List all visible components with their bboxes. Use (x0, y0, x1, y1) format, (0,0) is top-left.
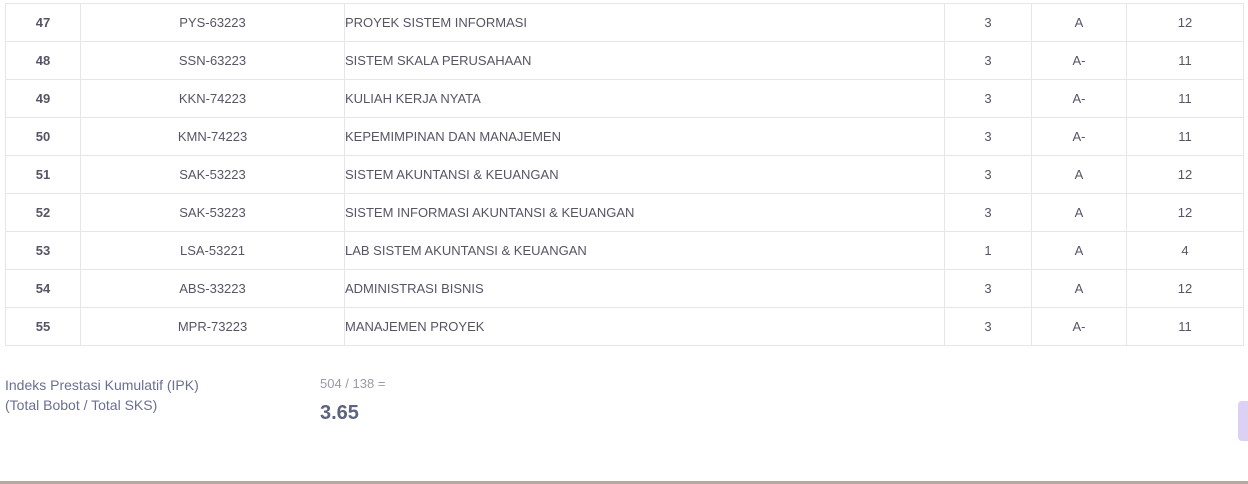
course-weight: 11 (1126, 41, 1244, 80)
course-sks: 3 (944, 79, 1032, 118)
course-grade: A (1031, 3, 1127, 42)
course-grade: A- (1031, 41, 1127, 80)
course-number: 53 (5, 231, 81, 270)
course-sks: 1 (944, 231, 1032, 270)
course-number: 55 (5, 307, 81, 346)
course-name: PROYEK SISTEM INFORMASI (344, 3, 945, 42)
course-sks: 3 (944, 307, 1032, 346)
table-row: 53 LSA-53221 LAB SISTEM AKUNTANSI & KEUA… (5, 231, 1244, 270)
course-name: LAB SISTEM AKUNTANSI & KEUANGAN (344, 231, 945, 270)
course-code: KMN-74223 (80, 117, 345, 156)
course-grade: A (1031, 231, 1127, 270)
course-name: MANAJEMEN PROYEK (344, 307, 945, 346)
course-name: SISTEM SKALA PERUSAHAAN (344, 41, 945, 80)
course-name: SISTEM AKUNTANSI & KEUANGAN (344, 155, 945, 194)
course-weight: 12 (1126, 269, 1244, 308)
grades-table-body: 47 PYS-63223 PROYEK SISTEM INFORMASI 3 A… (5, 3, 1244, 346)
course-number: 48 (5, 41, 81, 80)
ipk-value: 3.65 (320, 402, 359, 424)
ipk-label-line2: (Total Bobot / Total SKS) (5, 397, 158, 413)
course-grade: A- (1031, 117, 1127, 156)
course-sks: 3 (944, 155, 1032, 194)
table-row: 55 MPR-73223 MANAJEMEN PROYEK 3 A- 11 (5, 307, 1244, 346)
grades-table: 47 PYS-63223 PROYEK SISTEM INFORMASI 3 A… (5, 3, 1244, 346)
course-weight: 11 (1126, 79, 1244, 118)
course-code: MPR-73223 (80, 307, 345, 346)
table-row: 50 KMN-74223 KEPEMIMPINAN DAN MANAJEMEN … (5, 117, 1244, 156)
course-weight: 11 (1126, 117, 1244, 156)
course-code: KKN-74223 (80, 79, 345, 118)
course-number: 50 (5, 117, 81, 156)
course-weight: 4 (1126, 231, 1244, 270)
course-grade: A- (1031, 307, 1127, 346)
table-row: 49 KKN-74223 KULIAH KERJA NYATA 3 A- 11 (5, 79, 1244, 118)
course-sks: 3 (944, 269, 1032, 308)
ipk-label: Indeks Prestasi Kumulatif (IPK) (Total B… (5, 375, 199, 415)
course-number: 52 (5, 193, 81, 232)
course-name: KEPEMIMPINAN DAN MANAJEMEN (344, 117, 945, 156)
course-code: LSA-53221 (80, 231, 345, 270)
side-panel-tab[interactable] (1238, 401, 1248, 441)
course-grade: A (1031, 193, 1127, 232)
course-grade: A (1031, 155, 1127, 194)
course-name: KULIAH KERJA NYATA (344, 79, 945, 118)
course-name: SISTEM INFORMASI AKUNTANSI & KEUANGAN (344, 193, 945, 232)
course-code: ABS-33223 (80, 269, 345, 308)
course-code: SSN-63223 (80, 41, 345, 80)
course-grade: A- (1031, 79, 1127, 118)
table-row: 52 SAK-53223 SISTEM INFORMASI AKUNTANSI … (5, 193, 1244, 232)
course-sks: 3 (944, 117, 1032, 156)
course-number: 47 (5, 3, 81, 42)
ipk-label-line1: Indeks Prestasi Kumulatif (IPK) (5, 377, 199, 393)
ipk-formula: 504 / 138 = (320, 376, 386, 391)
course-number: 51 (5, 155, 81, 194)
table-row: 48 SSN-63223 SISTEM SKALA PERUSAHAAN 3 A… (5, 41, 1244, 80)
table-row: 51 SAK-53223 SISTEM AKUNTANSI & KEUANGAN… (5, 155, 1244, 194)
course-weight: 11 (1126, 307, 1244, 346)
course-number: 49 (5, 79, 81, 118)
course-weight: 12 (1126, 3, 1244, 42)
course-code: PYS-63223 (80, 3, 345, 42)
course-sks: 3 (944, 41, 1032, 80)
course-sks: 3 (944, 3, 1032, 42)
course-code: SAK-53223 (80, 193, 345, 232)
course-weight: 12 (1126, 193, 1244, 232)
course-grade: A (1031, 269, 1127, 308)
table-row: 54 ABS-33223 ADMINISTRASI BISNIS 3 A 12 (5, 269, 1244, 308)
course-weight: 12 (1126, 155, 1244, 194)
course-name: ADMINISTRASI BISNIS (344, 269, 945, 308)
transcript-page: 47 PYS-63223 PROYEK SISTEM INFORMASI 3 A… (0, 0, 1248, 484)
course-number: 54 (5, 269, 81, 308)
table-row: 47 PYS-63223 PROYEK SISTEM INFORMASI 3 A… (5, 3, 1244, 42)
course-code: SAK-53223 (80, 155, 345, 194)
course-sks: 3 (944, 193, 1032, 232)
